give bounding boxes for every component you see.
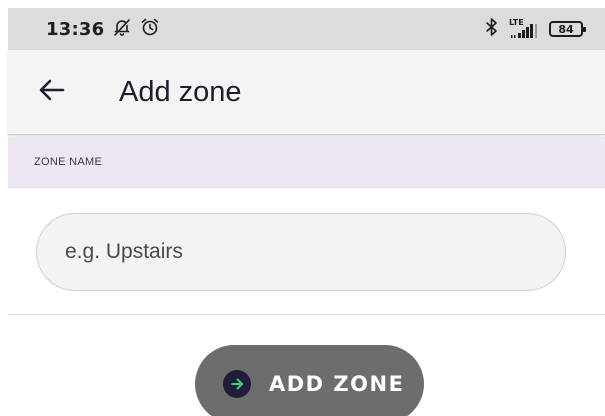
arrow-back-icon (38, 78, 66, 107)
page-title: Add zone (119, 76, 242, 108)
status-bar: 13:36 LTE 84 (8, 8, 605, 50)
alarm-icon (140, 17, 160, 42)
battery-icon: 84 (549, 21, 586, 37)
add-zone-button[interactable]: ADD ZONE (195, 345, 424, 416)
status-right-icons: LTE 84 (485, 17, 586, 42)
status-left-icons (112, 17, 160, 42)
status-time: 13:36 (46, 18, 105, 40)
back-button[interactable] (36, 76, 68, 108)
app-bar: Add zone (8, 50, 605, 135)
add-zone-label: ADD ZONE (269, 372, 405, 396)
notifications-off-icon (112, 17, 132, 42)
divider (8, 314, 605, 315)
zone-name-input[interactable] (36, 213, 566, 291)
zone-name-label: ZONE NAME (34, 156, 103, 168)
section-header: ZONE NAME (8, 137, 605, 188)
lte-signal-icon: LTE (509, 18, 539, 39)
arrow-right-circle-icon (223, 370, 251, 398)
screen: 13:36 LTE 84 Add zone ZONE NAME e.g. Ups… (0, 0, 605, 416)
bluetooth-icon (485, 17, 499, 42)
